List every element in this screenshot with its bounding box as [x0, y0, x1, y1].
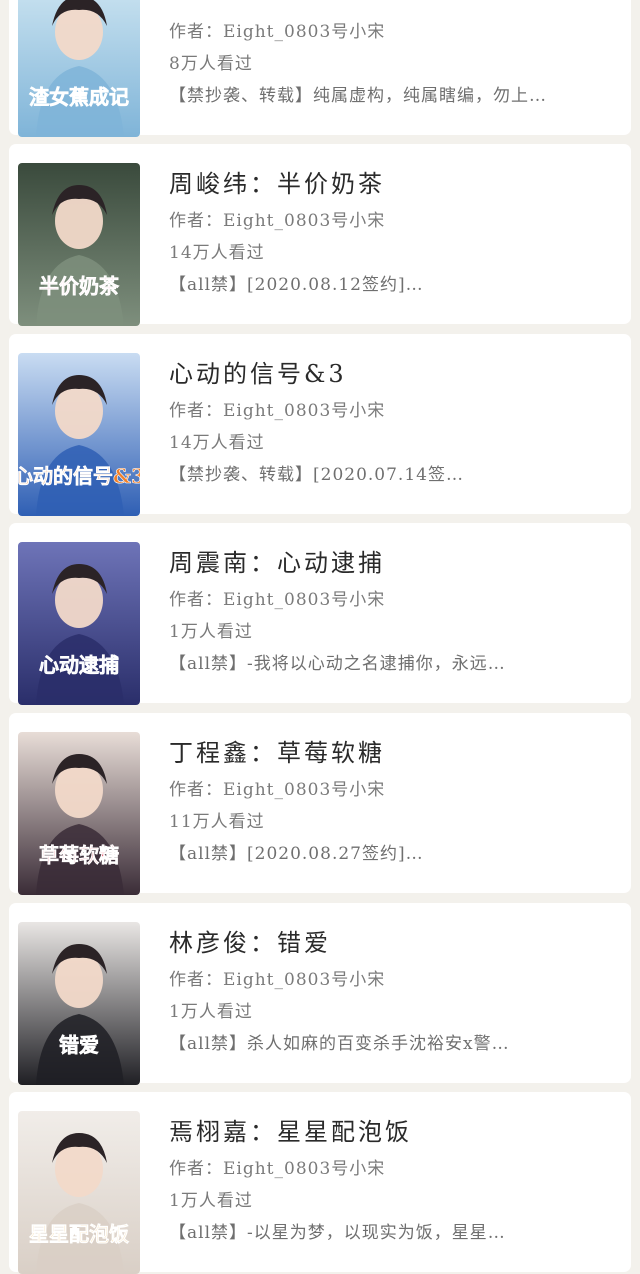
book-author: 作者：Eight_0803号小宋	[169, 22, 386, 42]
cover-title-text: 心动逮捕	[39, 653, 119, 677]
book-title[interactable]: 心动的信号&3	[169, 356, 619, 392]
book-description: 【all禁】-以星为梦，以现实为饭，星星…	[169, 1223, 506, 1243]
book-card[interactable]: 心动逮捕 周震南：心动逮捕作者：Eight_0803号小宋 1万人看过【all禁】-…	[9, 523, 631, 705]
book-info: 周峻纬：半价奶茶作者：Eight_0803号小宋 14万人看过【all禁】[202…	[169, 166, 619, 301]
book-card[interactable]: 心动的信号&3 心动的信号&3 作者：Eight_0803号小宋 14万人看过【禁抄袭…	[9, 334, 631, 516]
book-info: 周震南：心动逮捕作者：Eight_0803号小宋 1万人看过【all禁】-我将以心…	[169, 545, 619, 680]
book-view-count: 14万人看过	[169, 433, 265, 453]
book-view-count: 1万人看过	[169, 622, 253, 642]
book-card[interactable]: 草莓软糖 丁程鑫：草莓软糖作者：Eight_0803号小宋 11万人看过【all禁】…	[9, 713, 631, 895]
book-author: 作者：Eight_0803号小宋	[169, 1159, 386, 1179]
book-view-count: 1万人看过	[169, 1191, 253, 1211]
book-description: 【禁抄袭、转载】纯属虚构，纯属瞎编，勿上…	[169, 86, 547, 106]
book-author: 作者：Eight_0803号小宋	[169, 211, 386, 231]
book-view-count: 14万人看过	[169, 243, 265, 263]
book-view-count: 8万人看过	[169, 54, 253, 74]
book-cover-image[interactable]: 草莓软糖	[18, 732, 140, 895]
book-info: 作者：Eight_0803号小宋 8万人看过【禁抄袭、转载】纯属虚构，纯属瞎编，勿…	[169, 0, 619, 112]
cover-title-text: 星星配泡饭	[29, 1222, 129, 1246]
book-card[interactable]: 星星配泡饭 焉栩嘉：星星配泡饭作者：Eight_0803号小宋 1万人看过【all禁…	[9, 1092, 631, 1274]
cover-title-text: 渣女蕉成记	[29, 85, 129, 109]
book-cover-image[interactable]: 心动逮捕	[18, 542, 140, 705]
book-title[interactable]: 周震南：心动逮捕	[169, 545, 619, 581]
book-description: 【禁抄袭、转载】[2020.07.14签…	[169, 465, 464, 485]
book-info: 丁程鑫：草莓软糖作者：Eight_0803号小宋 11万人看过【all禁】[202…	[169, 735, 619, 870]
book-description: 【all禁】[2020.08.27签约]…	[169, 844, 424, 864]
book-cover-image[interactable]: 渣女蕉成记	[18, 0, 140, 137]
book-author: 作者：Eight_0803号小宋	[169, 970, 386, 990]
book-info: 焉栩嘉：星星配泡饭作者：Eight_0803号小宋 1万人看过【all禁】-以星为…	[169, 1114, 619, 1249]
book-cover-image[interactable]: 星星配泡饭	[18, 1111, 140, 1274]
book-author: 作者：Eight_0803号小宋	[169, 590, 386, 610]
book-description: 【all禁】[2020.08.12签约]…	[169, 275, 424, 295]
book-author: 作者：Eight_0803号小宋	[169, 401, 386, 421]
cover-title-text: 草莓软糖	[39, 843, 119, 867]
book-title[interactable]: 林彦俊：错爱	[169, 925, 619, 961]
book-cover-image[interactable]: 半价奶茶	[18, 163, 140, 326]
book-title[interactable]: 焉栩嘉：星星配泡饭	[169, 1114, 619, 1150]
cover-title-text: 心动的信号&3	[18, 464, 140, 488]
book-description: 【all禁】-我将以心动之名逮捕你，永远…	[169, 654, 506, 674]
book-info: 林彦俊：错爱作者：Eight_0803号小宋 1万人看过【all禁】杀人如麻的百变…	[169, 925, 619, 1060]
cover-title-text: 错爱	[59, 1033, 99, 1057]
book-cover-image[interactable]: 错爱	[18, 922, 140, 1085]
book-title[interactable]	[169, 0, 619, 13]
book-card[interactable]: 半价奶茶 周峻纬：半价奶茶作者：Eight_0803号小宋 14万人看过【all禁】…	[9, 144, 631, 326]
book-card[interactable]: 渣女蕉成记 作者：Eight_0803号小宋 8万人看过【禁抄袭、转载】纯属虚构，纯…	[9, 0, 631, 137]
book-card[interactable]: 错爱 林彦俊：错爱作者：Eight_0803号小宋 1万人看过【all禁】杀人如麻的…	[9, 903, 631, 1085]
book-view-count: 1万人看过	[169, 1002, 253, 1022]
book-title[interactable]: 周峻纬：半价奶茶	[169, 166, 619, 202]
book-view-count: 11万人看过	[169, 812, 265, 832]
book-description: 【all禁】杀人如麻的百变杀手沈裕安x警…	[169, 1034, 510, 1054]
book-author: 作者：Eight_0803号小宋	[169, 780, 386, 800]
cover-title-text: 半价奶茶	[39, 274, 120, 298]
book-info: 心动的信号&3 作者：Eight_0803号小宋 14万人看过【禁抄袭、转载】[20…	[169, 356, 619, 491]
book-cover-image[interactable]: 心动的信号&3	[18, 353, 140, 516]
book-title[interactable]: 丁程鑫：草莓软糖	[169, 735, 619, 771]
